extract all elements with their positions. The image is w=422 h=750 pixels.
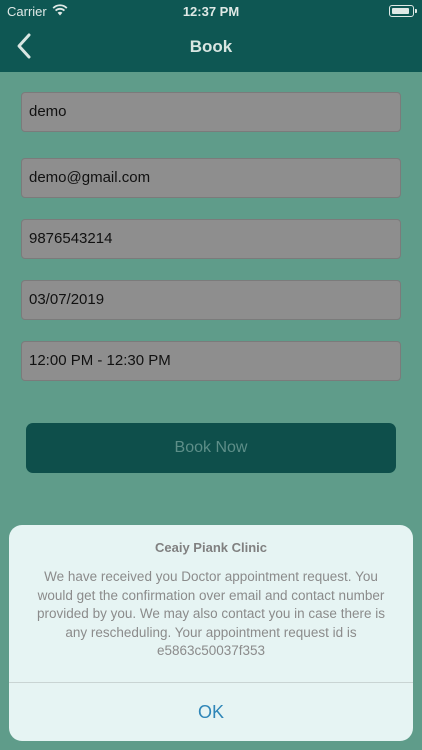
page-title: Book <box>189 37 233 56</box>
alert-dialog: Ceaiy Piank Clinic We have received you … <box>9 525 413 741</box>
alert-message: We have received you Doctor appointment … <box>37 569 385 658</box>
status-bar: Carrier 12:37 PM <box>0 0 422 22</box>
date-field[interactable]: 03/07/2019 <box>21 280 401 320</box>
battery-icon <box>389 5 417 17</box>
time-slot-field[interactable]: 12:00 PM - 12:30 PM <box>21 341 401 381</box>
phone-field[interactable]: 9876543214 <box>21 219 401 259</box>
ok-button[interactable]: OK <box>9 683 413 741</box>
book-now-button[interactable]: Book Now <box>26 423 396 473</box>
status-time: 12:37 PM <box>182 4 240 19</box>
navigation-bar: Carrier 12:37 PM Book <box>0 0 422 72</box>
email-field[interactable]: demo@gmail.com <box>21 158 401 198</box>
alert-title: Ceaiy Piank Clinic <box>155 540 267 555</box>
name-field[interactable]: demo <box>21 92 401 132</box>
